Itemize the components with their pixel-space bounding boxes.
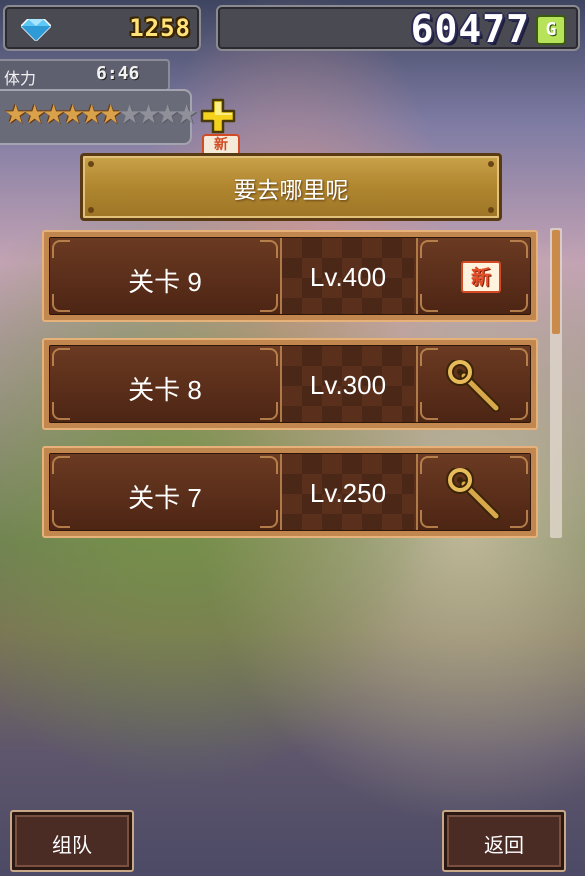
team-button[interactable]: 组队: [10, 810, 134, 872]
stamina-star-empty-icon: ★: [137, 100, 161, 130]
level-requirement: Lv.300: [309, 370, 387, 400]
staff-icon: [446, 360, 501, 412]
new-badge-icon: 新: [461, 261, 501, 293]
level-name: 关卡 8: [128, 375, 202, 405]
team-button-label: 组队: [52, 833, 92, 857]
level-row-inner: 关卡 9 Lv.400 新: [49, 237, 531, 315]
level-name-cell: 关卡 7: [50, 454, 282, 530]
level-icon-cell: [416, 346, 530, 422]
stamina-star-filled-icon: ★: [80, 100, 104, 130]
banner-rivet: [88, 207, 94, 213]
new-badge-icon: 新: [202, 134, 240, 154]
level-row-inner: 关卡 7 Lv.250: [49, 453, 531, 531]
stamina-timer: 6:46: [96, 63, 140, 84]
stamina-star-filled-icon: ★: [99, 100, 123, 130]
header-banner: 要去哪里呢: [80, 153, 502, 221]
stamina-label-box: 体力 6:46: [0, 59, 170, 91]
gold-count: 60477: [410, 7, 530, 51]
level-list-scrollbar-thumb[interactable]: [552, 230, 560, 334]
page-title: 要去哪里呢: [233, 178, 349, 204]
banner-rivet: [488, 161, 494, 167]
stamina-star-empty-icon: ★: [118, 100, 142, 130]
stamina-stars-bar: ★ ★ ★ ★ ★ ★ ★ ★ ★ ★: [0, 89, 199, 145]
level-requirement: Lv.250: [309, 478, 387, 508]
level-name: 关卡 7: [128, 483, 202, 513]
stamina-label: 体力: [4, 69, 37, 88]
banner-rivet: [488, 207, 494, 213]
stamina-star-empty-icon: ★: [156, 100, 180, 130]
stamina-star-filled-icon: ★: [23, 100, 47, 130]
level-requirement-cell: Lv.300: [282, 346, 414, 422]
level-icon-cell: [416, 454, 530, 530]
level-requirement-cell: Lv.400: [282, 238, 414, 314]
gem-counter-panel: 1258: [3, 5, 201, 51]
level-requirement-cell: Lv.250: [282, 454, 414, 530]
staff-icon: [446, 468, 501, 520]
gold-unit-icon: G: [536, 15, 566, 45]
stamina-stars: ★ ★ ★ ★ ★ ★ ★ ★ ★ ★: [4, 100, 199, 130]
level-icon-cell: 新: [416, 238, 530, 314]
gold-counter-panel: 60477 G: [216, 5, 580, 51]
level-row-9[interactable]: 关卡 9 Lv.400 新: [42, 230, 538, 322]
back-button[interactable]: 返回: [442, 810, 566, 872]
level-name-cell: 关卡 9: [50, 238, 282, 314]
level-row-inner: 关卡 8 Lv.300: [49, 345, 531, 423]
gem-icon: [21, 19, 51, 41]
back-button-label: 返回: [484, 833, 524, 857]
gem-count: 1258: [129, 14, 191, 42]
level-name-cell: 关卡 8: [50, 346, 282, 422]
stamina-star-filled-icon: ★: [42, 100, 66, 130]
stamina-star-filled-icon: ★: [4, 100, 28, 130]
add-stamina-plus-icon[interactable]: [200, 98, 236, 134]
banner-rivet: [88, 161, 94, 167]
level-name: 关卡 9: [128, 267, 202, 297]
stamina-star-empty-icon: ★: [175, 100, 199, 130]
level-row-7[interactable]: 关卡 7 Lv.250: [42, 446, 538, 538]
level-row-8[interactable]: 关卡 8 Lv.300: [42, 338, 538, 430]
stamina-star-filled-icon: ★: [61, 100, 85, 130]
level-requirement: Lv.400: [309, 262, 387, 292]
